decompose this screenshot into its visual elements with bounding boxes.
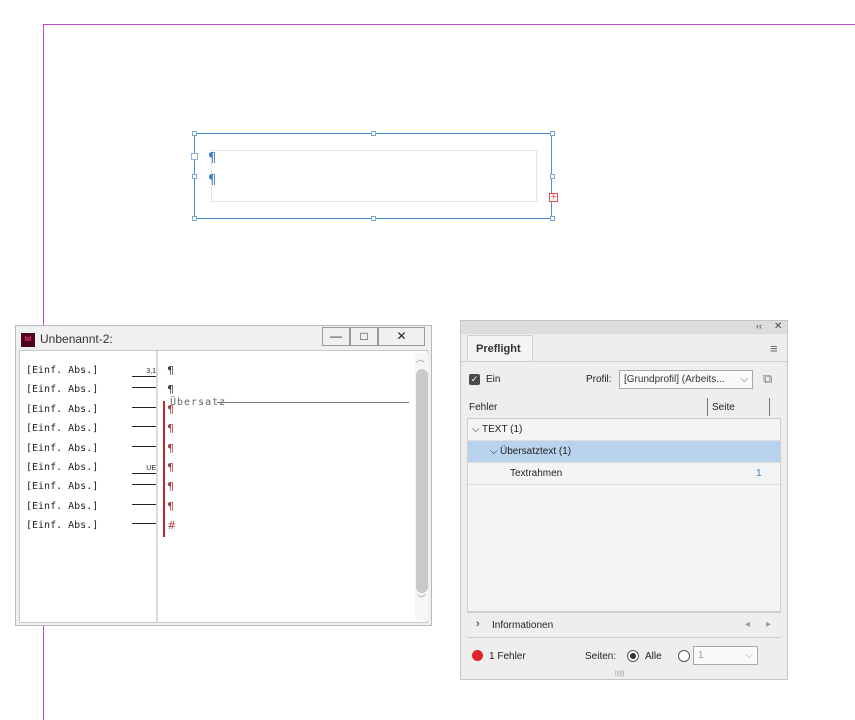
- frame-handle-tl[interactable]: [192, 131, 197, 136]
- close-icon[interactable]: ✕: [774, 321, 782, 332]
- paragraph-style-label: [Einf. Abs.]: [26, 462, 99, 473]
- depth-ruler: [132, 387, 156, 389]
- hamburger-icon[interactable]: ≡: [770, 341, 778, 356]
- column-divider-2[interactable]: [769, 398, 770, 416]
- paragraph-mark[interactable]: ¶: [167, 500, 174, 513]
- overset-bar: [163, 401, 165, 537]
- paragraph-style-label: [Einf. Abs.]: [26, 384, 99, 396]
- indesign-app-icon: Id: [21, 333, 35, 347]
- scroll-up-icon[interactable]: ︿: [416, 352, 425, 365]
- paragraph-style-label: [Einf. Abs.]: [26, 403, 99, 415]
- tree-label: TEXT (1): [482, 424, 523, 435]
- pages-label: Seiten:: [585, 651, 617, 662]
- frame-handle-tc[interactable]: [371, 131, 376, 136]
- col-error-header[interactable]: Fehler: [469, 402, 497, 413]
- on-label: Ein: [486, 374, 501, 385]
- chevron-down-icon[interactable]: ⌵: [472, 419, 480, 441]
- depth-ruler: [132, 523, 156, 525]
- triangle-right-icon[interactable]: ▸: [766, 619, 771, 630]
- depth-ruler: [132, 484, 156, 486]
- depth-ruler: [132, 445, 156, 447]
- paragraph-mark[interactable]: ¶: [167, 383, 174, 396]
- depth-ruler: UE: [132, 465, 156, 474]
- column-divider-1[interactable]: [707, 398, 708, 416]
- frame-handle-mr[interactable]: [550, 174, 555, 179]
- pages-all-label: Alle: [645, 651, 662, 662]
- story-editor-body[interactable]: [Einf. Abs.] 3,1 ¶ [Einf. Abs.] ¶ [Einf. Abs.…: [19, 350, 428, 623]
- overset-line: [217, 402, 409, 403]
- chevron-down-icon[interactable]: ⌵: [490, 441, 498, 463]
- resize-grip-icon[interactable]: ||||||: [615, 671, 624, 677]
- profile-value: [Grundprofil] (Arbeits...: [624, 374, 725, 385]
- panel-header-strip: [461, 321, 787, 334]
- paragraph-mark[interactable]: #: [167, 519, 176, 532]
- story-editor-window: Id Unbenannt-2: — □ ✕ [Einf. Abs.] 3,1 ¶ [E…: [15, 325, 432, 626]
- paragraph-style-label: [Einf. Abs.]: [26, 500, 99, 512]
- scroll-down-icon[interactable]: ﹀: [417, 592, 426, 605]
- profile-label: Profil:: [586, 374, 612, 385]
- paragraph-style-label: [Einf. Abs.]: [26, 423, 99, 435]
- triangle-left-icon[interactable]: ◂: [745, 619, 750, 630]
- paragraph-mark[interactable]: ¶: [167, 461, 174, 474]
- page-guide-top: [43, 24, 855, 25]
- paragraph-mark[interactable]: ¶: [167, 364, 174, 377]
- preflight-panel: ‹‹ ✕ Preflight ≡ ✓ Ein Profil: [Grundpro…: [460, 320, 788, 680]
- frame-handle-ml[interactable]: [192, 174, 197, 179]
- paragraph-style-label: [Einf. Abs.]: [26, 365, 99, 376]
- paragraph-style-label: [Einf. Abs.]: [26, 520, 99, 532]
- status-divider: [467, 637, 781, 638]
- radio-selected-dot: [630, 653, 636, 659]
- frame-handle-tr[interactable]: [550, 131, 555, 136]
- pages-all-radio[interactable]: [627, 650, 639, 662]
- tab-divider: [461, 361, 787, 362]
- pages-range-value: 1: [698, 650, 704, 661]
- on-checkbox[interactable]: ✓: [469, 374, 480, 385]
- frame-pilcrow-2: ¶: [208, 173, 217, 188]
- info-label[interactable]: Informationen: [492, 620, 553, 631]
- tree-label: Textrahmen: [510, 468, 563, 479]
- pages-range-radio[interactable]: [678, 650, 690, 662]
- in-port[interactable]: [191, 153, 198, 160]
- frame-pilcrow-1: ¶: [208, 151, 217, 166]
- minimize-button[interactable]: —: [322, 327, 350, 346]
- tab-preflight[interactable]: Preflight: [467, 335, 533, 362]
- tree-row-text[interactable]: ⌵ TEXT (1): [468, 419, 780, 441]
- tree-row-overset[interactable]: ⌵ Übersatztext (1): [468, 441, 780, 463]
- error-status-icon: [472, 650, 483, 661]
- paragraph-mark[interactable]: ¶: [167, 442, 174, 455]
- status-text: 1 Fehler: [489, 651, 526, 662]
- depth-ruler: [132, 503, 156, 505]
- profile-define-icon[interactable]: ⧉: [763, 371, 772, 387]
- col-page-header[interactable]: Seite: [712, 402, 735, 413]
- info-divider: [467, 612, 781, 613]
- depth-ruler: 3,1: [132, 368, 156, 377]
- maximize-button[interactable]: □: [350, 327, 378, 346]
- error-list[interactable]: ⌵ TEXT (1) ⌵ Übersatztext (1) Textrahmen…: [467, 418, 781, 612]
- tree-label: Übersatztext (1): [500, 446, 572, 457]
- paragraph-mark[interactable]: ¶: [167, 422, 174, 435]
- text-frame-inset: [211, 150, 537, 202]
- paragraph-style-label: [Einf. Abs.]: [26, 481, 99, 493]
- tree-row-textframe[interactable]: Textrahmen 1: [468, 463, 780, 485]
- paragraph-style-label: [Einf. Abs.]: [26, 442, 99, 454]
- close-button[interactable]: ✕: [378, 327, 425, 346]
- chevron-down-icon: ⌵: [740, 374, 748, 385]
- depth-ruler: [132, 406, 156, 408]
- scrollbar-thumb[interactable]: [416, 369, 428, 593]
- double-chevron-left-icon[interactable]: ‹‹: [756, 321, 762, 331]
- chevron-right-icon[interactable]: ›: [476, 618, 480, 630]
- depth-ruler: [132, 426, 156, 428]
- frame-handle-br[interactable]: [550, 216, 555, 221]
- paragraph-mark[interactable]: ¶: [167, 480, 174, 493]
- story-editor-title: Unbenannt-2:: [40, 332, 113, 346]
- pages-range-dropdown[interactable]: 1 ⌵: [693, 646, 758, 665]
- frame-handle-bl[interactable]: [192, 216, 197, 221]
- profile-dropdown[interactable]: [Grundprofil] (Arbeits... ⌵: [619, 370, 753, 389]
- overset-marker[interactable]: +: [549, 193, 558, 202]
- story-editor-titlebar[interactable]: Id Unbenannt-2: — □ ✕: [16, 326, 431, 350]
- tree-page-link[interactable]: 1: [756, 463, 762, 485]
- frame-handle-bc[interactable]: [371, 216, 376, 221]
- chevron-down-icon: ⌵: [745, 650, 753, 661]
